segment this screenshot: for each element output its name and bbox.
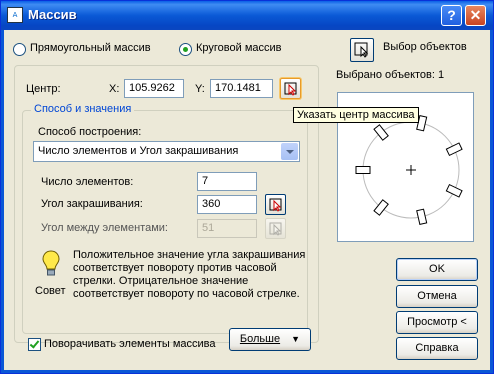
center-x-label: X: [109, 83, 120, 95]
pick-center-tooltip: Указать центр массива [293, 107, 419, 123]
more-button[interactable]: Больше ▼ [229, 328, 311, 351]
pick-point-icon [269, 222, 282, 236]
preview-button[interactable]: Просмотр < [396, 311, 478, 334]
preview-array-item [416, 208, 428, 226]
tip-line: соответствует повороту против часовой [73, 262, 277, 274]
total-items-input[interactable]: 7 [197, 172, 257, 191]
array-dialog: A Массив ? ✕ Прямоугольный массив Кругов… [0, 0, 494, 374]
center-y-input[interactable]: 170.1481 [210, 79, 273, 98]
pick-center-button[interactable] [280, 78, 301, 99]
preview-array-item [373, 124, 389, 141]
lightbulb-icon [42, 250, 60, 276]
method-select-value: Число элементов и Угол закрашивания [38, 145, 239, 157]
dialog-body: Прямоугольный массив Круговой массив Выб… [4, 30, 490, 370]
preview-array-item [445, 183, 463, 198]
ok-button[interactable]: OK [396, 258, 478, 281]
angle-fill-label: Угол закрашивания: [41, 198, 143, 210]
tip-line: Положительное значение угла закрашивания [73, 249, 306, 261]
selected-objects-count: Выбрано объектов: 1 [336, 69, 445, 81]
preview-array-item [355, 166, 371, 174]
method-group-title: Способ и значения [31, 103, 135, 115]
angle-fill-input[interactable]: 360 [197, 195, 257, 214]
tip-line: стрелки. Отрицательное значение [73, 275, 249, 287]
rectangular-array-label[interactable]: Прямоугольный массив [30, 42, 151, 54]
polar-array-label[interactable]: Круговой массив [196, 42, 282, 54]
double-chevron-down-icon: ▼ [291, 334, 301, 344]
more-button-label: Больше [239, 333, 281, 345]
title-bar[interactable]: A Массив ? ✕ [1, 1, 493, 30]
window-title: Массив [28, 7, 77, 22]
angle-between-input: 51 [197, 219, 257, 238]
autocad-app-icon: A [7, 7, 23, 23]
preview-array-item [373, 199, 389, 216]
cancel-button[interactable]: Отмена [396, 285, 478, 308]
help-button[interactable]: Справка [396, 337, 478, 360]
chevron-down-icon[interactable] [281, 143, 298, 160]
help-title-button[interactable]: ? [441, 5, 462, 26]
pick-angle-between-button [265, 218, 286, 239]
center-x-input[interactable]: 105.9262 [124, 79, 184, 98]
total-items-label: Число элементов: [41, 176, 134, 188]
rectangular-array-radio[interactable] [13, 43, 26, 56]
select-objects-label: Выбор объектов [383, 41, 467, 53]
preview-array-item [445, 142, 463, 157]
select-objects-button[interactable] [350, 38, 374, 62]
tip-label: Совет [35, 285, 66, 297]
tip-line: соответствует повороту по часовой стрелк… [73, 288, 300, 300]
method-select[interactable]: Число элементов и Угол закрашивания [33, 141, 300, 162]
tip-text: Положительное значение угла закрашивания… [73, 249, 305, 301]
center-label: Центр: [26, 83, 61, 95]
polar-array-radio[interactable] [179, 43, 192, 56]
select-objects-icon [354, 42, 369, 58]
pick-point-icon [284, 82, 297, 96]
pick-point-icon [269, 198, 282, 212]
pick-angle-fill-button[interactable] [265, 194, 286, 215]
close-button[interactable]: ✕ [465, 5, 486, 26]
angle-between-label: Угол между элементами: [41, 222, 168, 234]
method-label: Способ построения: [38, 126, 142, 138]
rotate-items-label[interactable]: Поворачивать элементы массива [44, 338, 215, 350]
rotate-items-checkbox[interactable] [28, 338, 41, 351]
center-y-label: Y: [195, 83, 205, 95]
